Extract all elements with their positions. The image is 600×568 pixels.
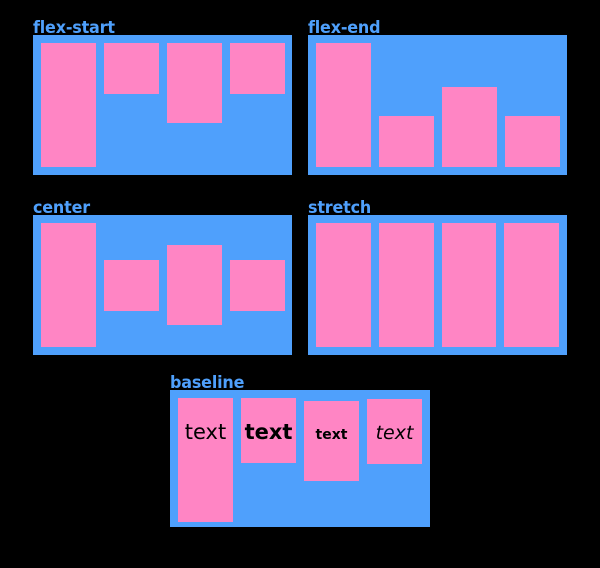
flex-item [167, 245, 222, 325]
flex-container-stretch [308, 215, 567, 355]
flex-item [442, 87, 497, 167]
flex-item [379, 116, 434, 167]
flex-item [378, 223, 434, 347]
flex-container-baseline: text text text text [170, 390, 430, 527]
flex-item [167, 43, 222, 123]
flex-item-text-label: text [244, 420, 293, 444]
flex-item [316, 43, 371, 167]
flex-item-text-label: text [315, 427, 348, 443]
flex-container-flex-start [33, 35, 292, 175]
flex-container-flex-end [308, 35, 567, 175]
align-items-diagram: flex-start flex-end center stretch basel… [0, 0, 600, 568]
flex-item-text: text [178, 398, 233, 522]
flex-item-text: text [367, 399, 422, 464]
flex-item [230, 259, 285, 311]
flex-item [41, 43, 96, 167]
flex-item [104, 259, 159, 311]
flex-item [316, 223, 371, 347]
flex-item [504, 223, 559, 347]
flex-item-text: text [241, 398, 296, 463]
flex-item [230, 43, 285, 94]
flex-item [41, 223, 96, 347]
flex-item [505, 116, 560, 167]
flex-item-text: text [304, 401, 359, 481]
flex-item [441, 223, 497, 347]
flex-item [104, 43, 159, 94]
flex-item-text-label: text [184, 420, 227, 444]
flex-item-text-label: text [375, 422, 414, 444]
flex-container-center [33, 215, 292, 355]
